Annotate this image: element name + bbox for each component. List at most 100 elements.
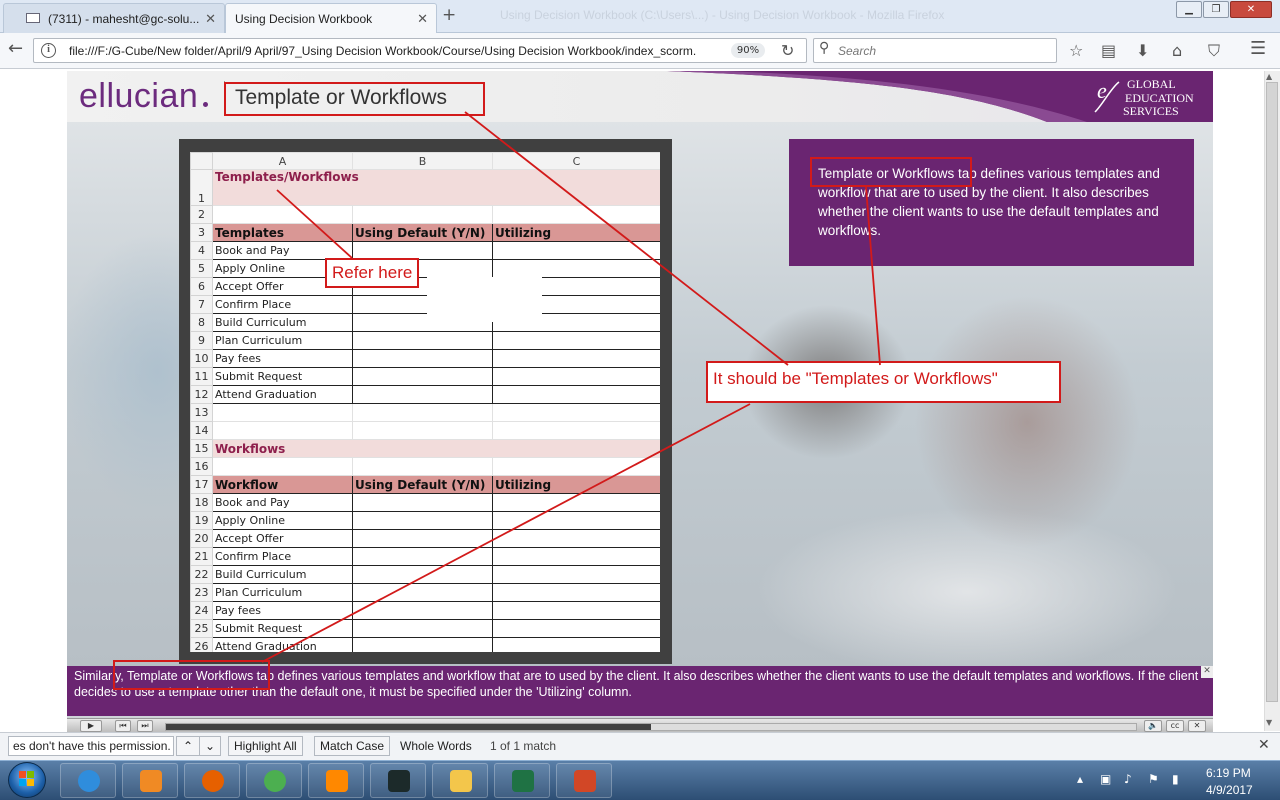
search-icon: ⚲ [819,40,830,56]
minimize-icon[interactable]: ▁ [1176,1,1202,18]
bookmark-star-icon[interactable]: ☆ [1069,41,1083,60]
row-number: 6 [190,277,213,296]
table-header-cell: Templates [212,223,353,242]
clock-time[interactable]: 6:19 PM [1206,766,1251,780]
find-previous-icon[interactable]: ⌃ [176,736,200,756]
taskbar-internet-explorer-button[interactable] [60,763,116,798]
row-number: 7 [190,295,213,314]
network-warning-icon[interactable]: ⚑ [1148,772,1159,786]
reload-icon[interactable]: ↻ [781,41,794,60]
tray-device-icon[interactable]: ▣ [1100,772,1111,786]
scroll-up-icon[interactable]: ▲ [1266,72,1272,81]
row-number: 25 [190,619,213,638]
utilizing-cell [492,547,660,566]
tray-expand-icon[interactable]: ▴ [1077,772,1083,786]
taskbar-file-explorer-button[interactable] [432,763,488,798]
scrollbar-thumb[interactable] [1266,82,1278,702]
row-number: 21 [190,547,213,566]
find-status: 1 of 1 match [490,739,557,753]
back-arrow-icon[interactable]: ← [8,38,23,59]
rewind-icon[interactable]: ⏮ [115,720,131,732]
empty-cell [352,403,493,422]
utilizing-cell [492,565,660,584]
default-cell [352,583,493,602]
signal-icon[interactable]: ▮ [1172,772,1179,786]
row-number: 12 [190,385,213,404]
utilizing-cell [492,259,660,278]
empty-cell [352,457,493,476]
internet-explorer-icon [78,770,100,792]
item-cell: Confirm Place [212,295,353,314]
sheet-row: 1 Templates/Workflows [190,169,660,206]
default-cell [352,619,493,638]
annotation-fix-note: It should be "Templates or Workflows" [706,361,1061,403]
find-close-icon[interactable]: ✕ [1258,737,1270,753]
column-header: A [212,152,353,170]
match-case-button[interactable]: Match Case [314,736,391,756]
caption-close-icon[interactable]: ✕ [1201,666,1213,678]
maximize-icon[interactable]: ❐ [1203,1,1229,18]
tab-label: Using Decision Workbook [235,12,373,26]
new-tab-icon[interactable]: + [442,5,456,25]
scroll-down-icon[interactable]: ▼ [1266,718,1272,727]
tab-course[interactable]: Using Decision Workbook ✕ [225,3,437,33]
sheet-row: 26 Attend Graduation [190,637,660,652]
taskbar-vlc-button[interactable] [308,763,364,798]
ellucian-logo-dot [203,102,208,107]
row-number: 19 [190,511,213,530]
cc-icon[interactable]: cc [1166,720,1184,732]
play-icon[interactable]: ▶ [80,720,102,732]
downloads-icon[interactable]: ⬇ [1136,41,1149,60]
find-next-icon[interactable]: ⌄ [199,736,221,756]
menu-icon[interactable]: ☰ [1250,38,1266,59]
item-cell: Apply Online [212,511,353,530]
row-number: 8 [190,313,213,332]
utilizing-cell [492,511,660,530]
column-header: B [352,152,493,170]
row-number: 23 [190,583,213,602]
close-tab-icon[interactable]: ✕ [205,11,216,27]
info-icon[interactable]: i [41,43,56,58]
empty-cell [212,403,353,422]
reading-list-icon[interactable]: ▤ [1101,41,1116,60]
whole-words-button[interactable]: Whole Words [400,739,472,753]
home-icon[interactable]: ⌂ [1172,41,1182,60]
utilizing-cell [492,601,660,620]
volume-icon[interactable]: 🔈 [1144,720,1162,732]
sheet-row: 20 Accept Offer [190,529,660,548]
sheet-row: 14 [190,421,660,440]
taskbar-media-player-button[interactable] [122,763,178,798]
ellucian-logo: ellucian [79,77,199,115]
window-close-icon[interactable]: ✕ [1230,1,1272,18]
volume-tray-icon[interactable]: ♪ [1124,772,1132,786]
pocket-icon[interactable]: ⛉ [1208,41,1220,61]
column-header-row: ABC [190,152,660,170]
row-number: 17 [190,475,213,494]
progress-fill [166,724,651,730]
zoom-level-badge[interactable]: 90% [731,43,765,58]
clock-date[interactable]: 4/9/2017 [1206,783,1253,797]
taskbar-s-app-button[interactable] [370,763,426,798]
file-explorer-icon [450,770,472,792]
row-number: 10 [190,349,213,368]
sheet-row: 7 Confirm Place [190,295,660,314]
taskbar-firefox-button[interactable] [184,763,240,798]
table-header-cell: Utilizing [492,223,660,242]
row-number: 24 [190,601,213,620]
taskbar-excel-button[interactable] [494,763,550,798]
row-number: 16 [190,457,213,476]
close-tab-icon[interactable]: ✕ [417,11,428,27]
exit-icon[interactable]: ✕ [1188,720,1206,732]
vlc-icon [326,770,348,792]
tab-email[interactable]: (7311) - mahesht@gc-solu... ✕ [3,3,225,33]
row-number: 2 [190,205,213,224]
taskbar-powerpoint-button[interactable] [556,763,612,798]
taskbar-chrome-button[interactable] [246,763,302,798]
item-cell: Plan Curriculum [212,583,353,602]
forward-icon[interactable]: ⏭ [137,720,153,732]
url-text[interactable]: file:///F:/G-Cube/New folder/April/9 Apr… [69,44,696,58]
utilizing-cell [492,349,660,368]
row-number: 3 [190,223,213,242]
find-input[interactable]: es don't have this permission. [8,736,174,756]
highlight-all-button[interactable]: Highlight All [228,736,303,756]
